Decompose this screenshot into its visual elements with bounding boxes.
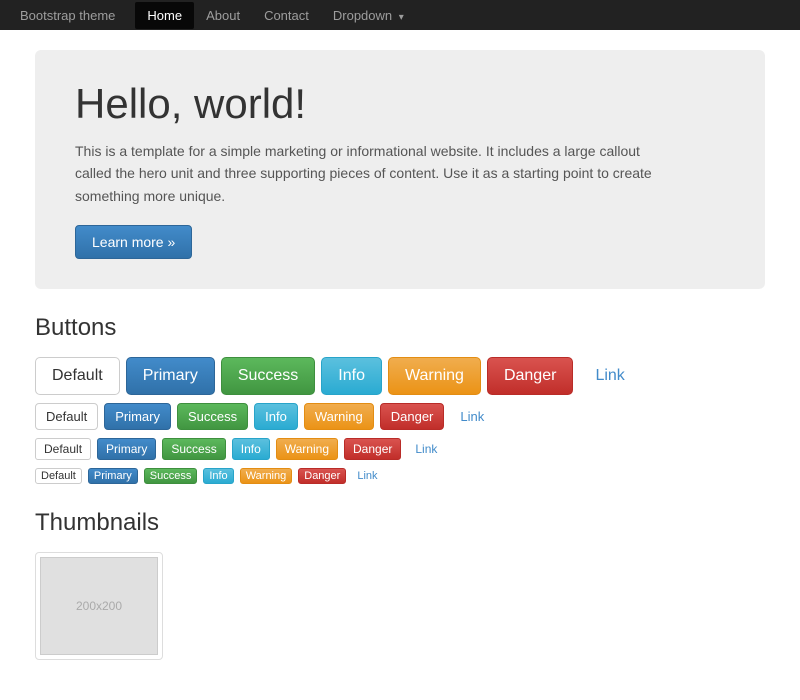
btn-link-md[interactable]: Link xyxy=(450,404,494,429)
btn-danger-sm[interactable]: Danger xyxy=(344,438,401,460)
btn-link-lg[interactable]: Link xyxy=(579,358,640,394)
hero-description: This is a template for a simple marketin… xyxy=(75,140,655,207)
btn-default-sm[interactable]: Default xyxy=(35,438,91,460)
btn-danger-xs[interactable]: Danger xyxy=(298,468,346,484)
nav-item-about[interactable]: About xyxy=(194,2,252,29)
navbar: Bootstrap theme Home About Contact Dropd… xyxy=(0,0,800,30)
btn-success-lg[interactable]: Success xyxy=(221,357,315,395)
btn-default-md[interactable]: Default xyxy=(35,403,98,430)
btn-warning-lg[interactable]: Warning xyxy=(388,357,481,395)
btn-success-md[interactable]: Success xyxy=(177,403,248,430)
btn-primary-xs[interactable]: Primary xyxy=(88,468,138,484)
hero-title: Hello, world! xyxy=(75,80,725,128)
buttons-section: Buttons Default Primary Success Info War… xyxy=(35,314,765,484)
btn-default-lg[interactable]: Default xyxy=(35,357,120,395)
nav-item-contact[interactable]: Contact xyxy=(252,2,321,29)
button-row-xsmall: Default Primary Success Info Warning Dan… xyxy=(35,468,765,484)
btn-link-sm[interactable]: Link xyxy=(407,439,445,459)
btn-warning-xs[interactable]: Warning xyxy=(240,468,293,484)
nav-item-dropdown[interactable]: Dropdown ▾ xyxy=(321,2,416,29)
nav-link-about[interactable]: About xyxy=(194,2,252,29)
thumbnail-placeholder: 200x200 xyxy=(40,557,158,655)
btn-info-lg[interactable]: Info xyxy=(321,357,382,395)
btn-primary-md[interactable]: Primary xyxy=(104,403,171,430)
btn-primary-sm[interactable]: Primary xyxy=(97,438,156,460)
hero-unit: Hello, world! This is a template for a s… xyxy=(35,50,765,289)
button-row-large: Default Primary Success Info Warning Dan… xyxy=(35,357,765,395)
btn-warning-sm[interactable]: Warning xyxy=(276,438,338,460)
button-row-medium: Default Primary Success Info Warning Dan… xyxy=(35,403,765,430)
dropdown-label: Dropdown xyxy=(333,8,392,23)
button-row-small: Default Primary Success Info Warning Dan… xyxy=(35,438,765,460)
nav-item-home[interactable]: Home xyxy=(135,2,194,29)
thumbnail-item[interactable]: 200x200 xyxy=(35,552,163,660)
buttons-section-title: Buttons xyxy=(35,314,765,342)
nav-link-contact[interactable]: Contact xyxy=(252,2,321,29)
btn-danger-md[interactable]: Danger xyxy=(380,403,445,430)
btn-link-xs[interactable]: Link xyxy=(352,469,382,483)
navbar-nav: Home About Contact Dropdown ▾ xyxy=(135,2,415,29)
nav-link-dropdown[interactable]: Dropdown ▾ xyxy=(321,2,416,29)
btn-primary-lg[interactable]: Primary xyxy=(126,357,215,395)
btn-info-xs[interactable]: Info xyxy=(203,468,233,484)
btn-warning-md[interactable]: Warning xyxy=(304,403,374,430)
navbar-brand[interactable]: Bootstrap theme xyxy=(20,8,115,23)
thumbnails-section: Thumbnails 200x200 xyxy=(35,509,765,660)
nav-link-home[interactable]: Home xyxy=(135,2,194,29)
chevron-down-icon: ▾ xyxy=(399,12,404,23)
btn-danger-lg[interactable]: Danger xyxy=(487,357,573,395)
btn-info-md[interactable]: Info xyxy=(254,403,298,430)
btn-success-xs[interactable]: Success xyxy=(144,468,198,484)
thumbnails-section-title: Thumbnails xyxy=(35,509,765,537)
learn-more-button[interactable]: Learn more » xyxy=(75,225,192,259)
btn-success-sm[interactable]: Success xyxy=(162,438,225,460)
btn-default-xs[interactable]: Default xyxy=(35,468,82,484)
btn-info-sm[interactable]: Info xyxy=(232,438,270,460)
